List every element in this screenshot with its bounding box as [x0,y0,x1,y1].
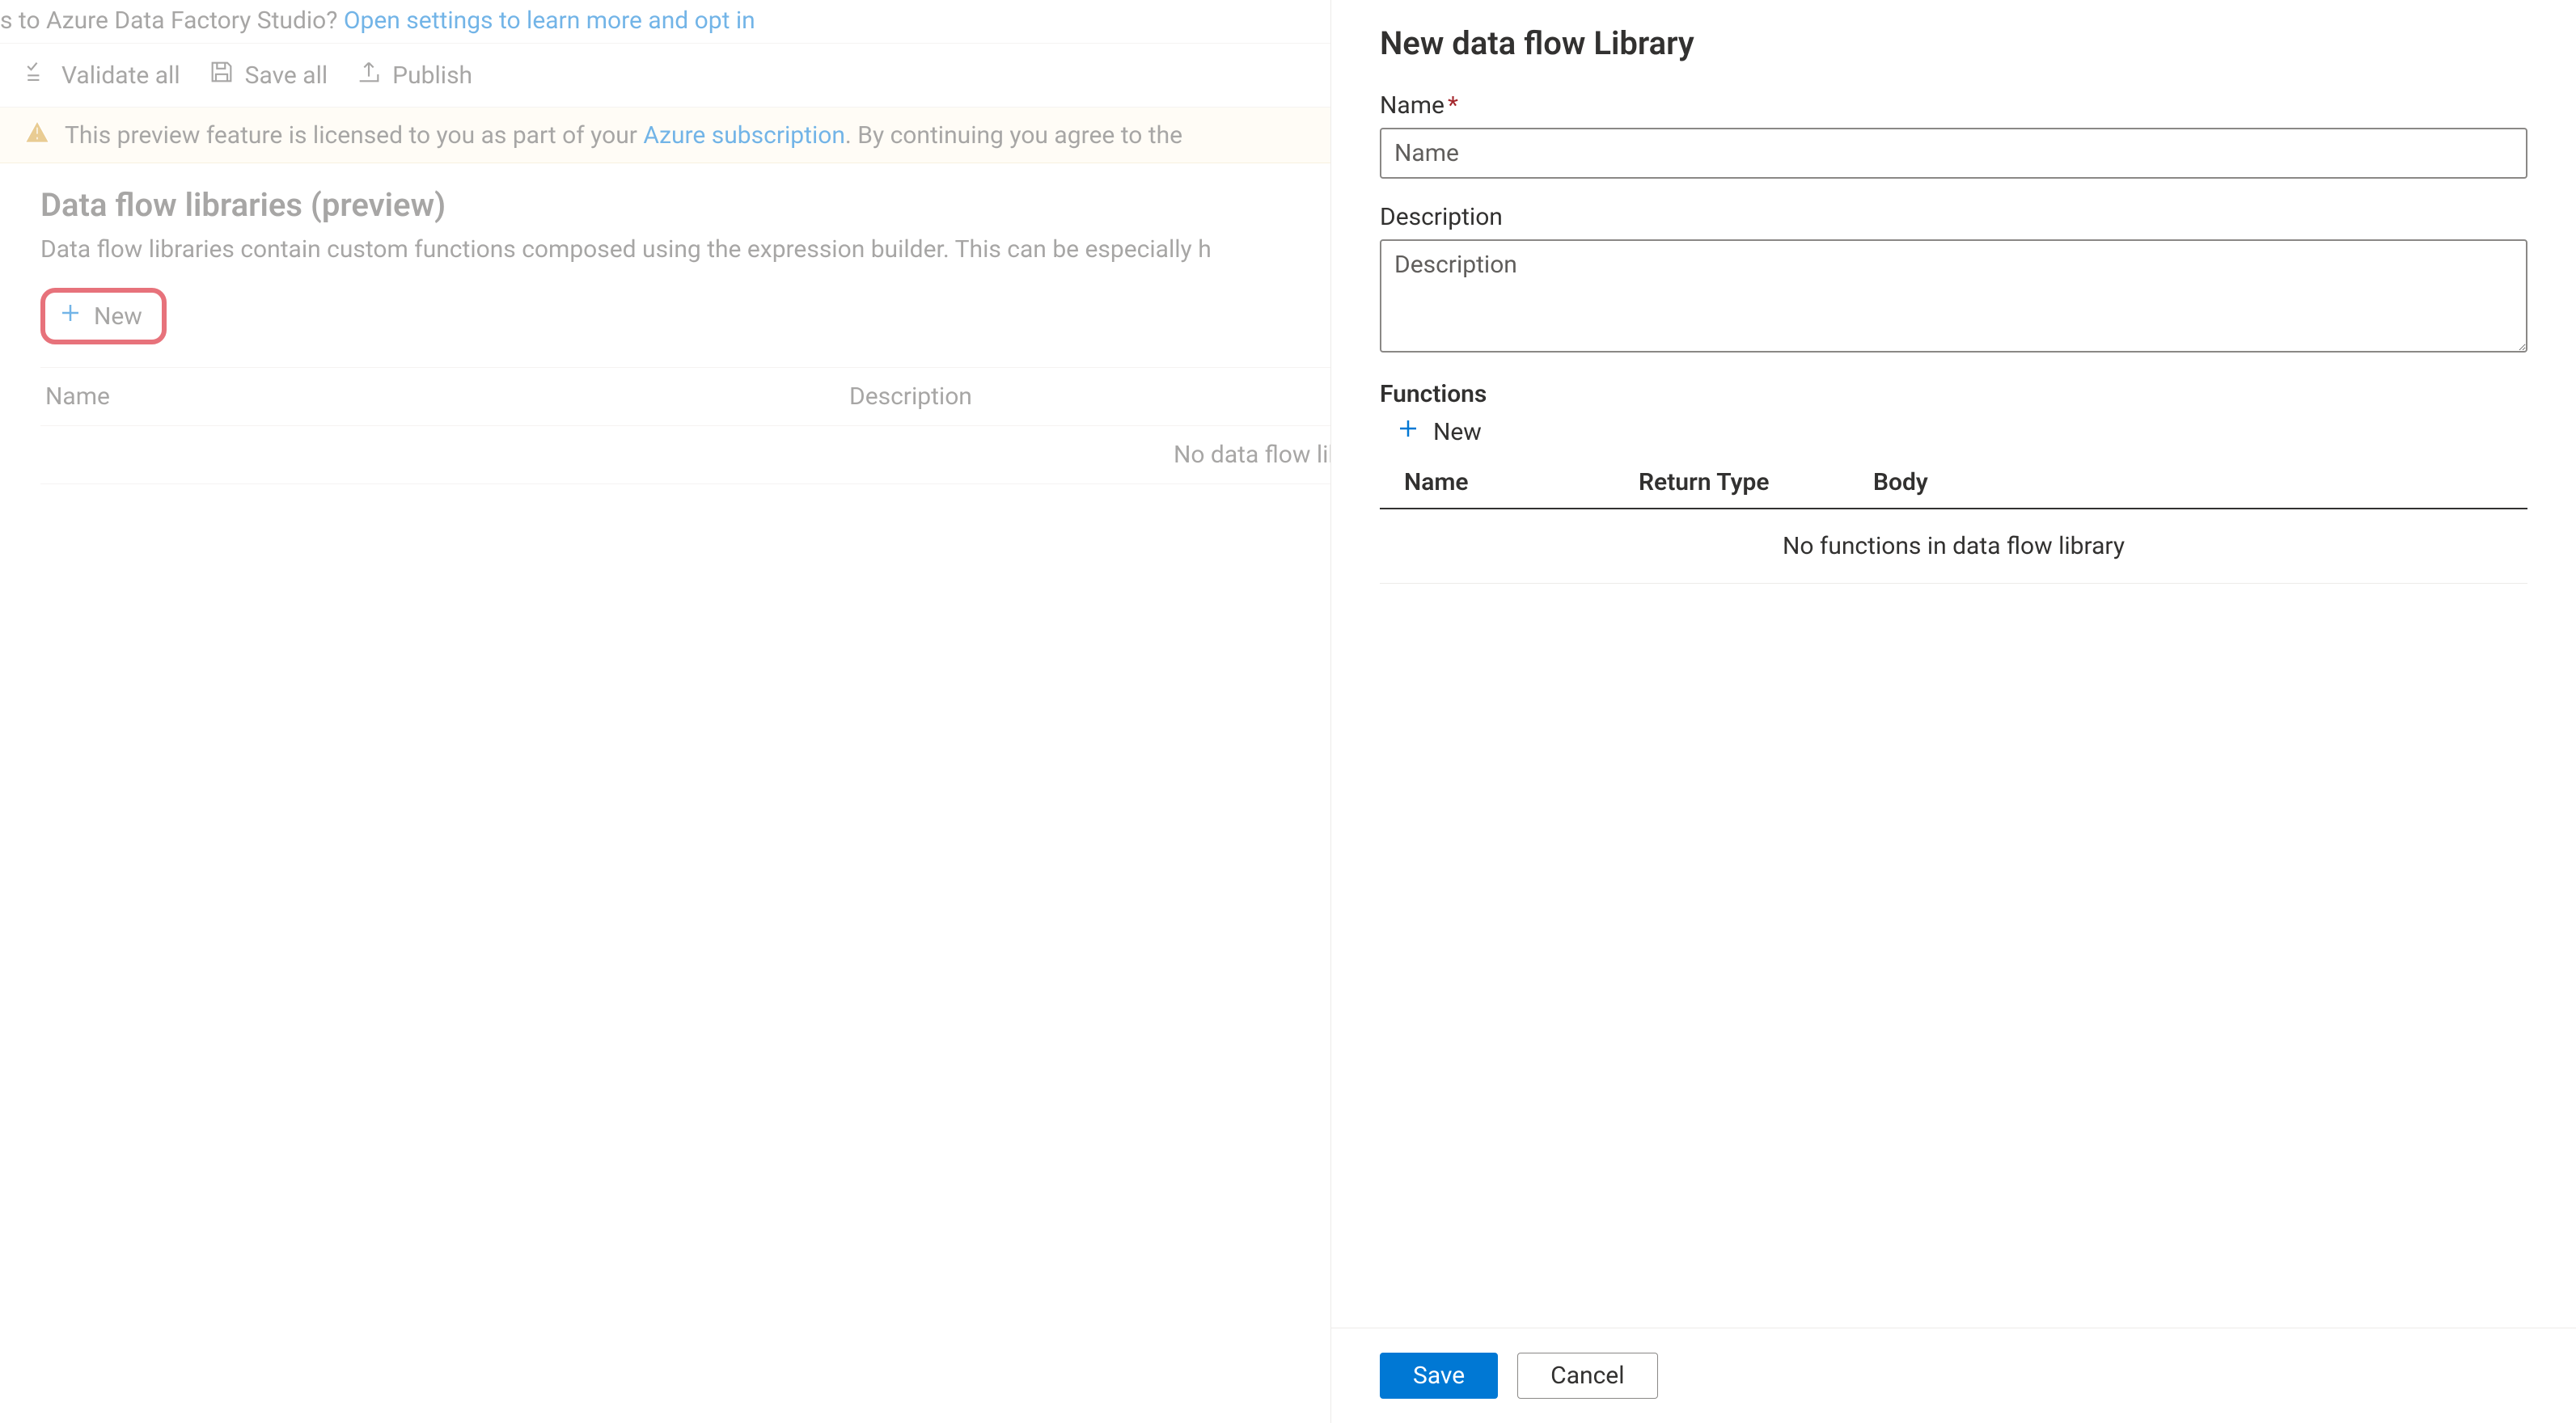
warning-icon [24,119,50,151]
validate-all-label: Validate all [61,61,180,90]
new-function-label: New [1433,418,1482,446]
save-all-label: Save all [245,61,328,90]
required-indicator: * [1448,91,1458,120]
warning-text-suffix: . By continuing you agree to the [845,121,1182,150]
publish-label: Publish [392,61,472,90]
plus-icon [58,301,82,331]
name-field-block: Name* [1380,91,2527,179]
description-field-block: Description [1380,203,2527,356]
upload-icon [355,58,383,92]
functions-col-body: Body [1873,468,2527,496]
new-function-button[interactable]: New [1396,416,1482,447]
functions-col-return-type: Return Type [1639,468,1873,496]
warning-text-prefix: This preview feature is licensed to you … [65,121,643,150]
validate-all-button[interactable]: Validate all [24,58,180,92]
name-label-text: Name [1380,91,1445,120]
checklist-icon [24,58,52,92]
save-all-button[interactable]: Save all [208,58,328,92]
panel-footer: Save Cancel [1331,1328,2576,1423]
functions-col-name: Name [1404,468,1639,496]
save-button[interactable]: Save [1380,1353,1498,1399]
functions-table-header: Name Return Type Body [1380,457,2527,509]
description-label: Description [1380,203,2527,231]
functions-section-label: Functions [1380,380,2527,408]
libraries-col-name: Name [40,382,849,411]
name-label: Name* [1380,91,2527,120]
top-banner-text: s to Azure Data Factory Studio? [0,6,344,35]
save-icon [208,58,235,92]
name-input[interactable] [1380,128,2527,179]
cancel-button[interactable]: Cancel [1517,1353,1657,1399]
publish-button[interactable]: Publish [355,58,472,92]
panel-title: New data flow Library [1380,24,2527,62]
description-input[interactable] [1380,239,2527,353]
azure-subscription-link[interactable]: Azure subscription [643,121,845,150]
functions-empty-message: No functions in data flow library [1380,509,2527,584]
new-button-label: New [94,302,142,331]
panel-body: New data flow Library Name* Description … [1331,0,2576,1328]
new-library-panel: New data flow Library Name* Description … [1330,0,2576,1423]
open-settings-link[interactable]: Open settings to learn more and opt in [344,6,755,35]
new-library-button-highlighted[interactable]: New [40,288,167,344]
plus-icon [1396,416,1420,447]
